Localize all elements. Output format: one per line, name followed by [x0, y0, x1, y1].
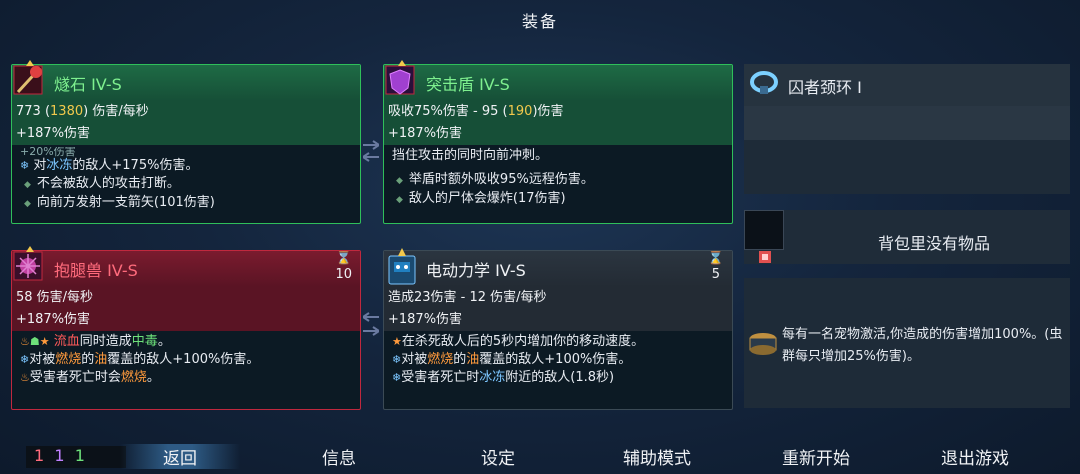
effect-line: ♨受害者死亡时会燃烧。 [20, 370, 160, 385]
card-stats: 773 (1380) 伤害/每秒 +187%伤害 [12, 101, 360, 145]
menu-assist-mode-button[interactable]: 辅助模式 [597, 444, 717, 469]
effect-line: ♨☗★ 流血同时造成中毒。 [20, 334, 171, 349]
card-title: 突击盾 IV-S [426, 75, 510, 94]
effect-line: ◆ 向前方发射一支箭矢(101伤害) [24, 195, 215, 210]
screen-title: 装备 [521, 12, 558, 31]
card-header: 电动力学 IV-S ⌛ 5 [384, 251, 732, 287]
effect-line: ❄对被燃烧的油覆盖的敌人+100%伤害。 [20, 352, 260, 367]
electrodynamics-weapon-icon [388, 248, 416, 285]
damage-line: 造成23伤害 - 12 伤害/每秒 [388, 290, 547, 305]
fire-icon: ♨ [20, 335, 30, 348]
menu-settings-button[interactable]: 设定 [438, 444, 558, 469]
amulet-stats-area [744, 106, 1070, 140]
card-title: 燧石 IV-S [54, 75, 122, 94]
cooldown: ⌛ 10 [335, 251, 352, 283]
card-title: 抱腿兽 IV-S [54, 261, 138, 280]
counter-red: 1 [34, 446, 45, 465]
card-header: 燧石 IV-S [12, 65, 360, 101]
absorb-line: 吸收75%伤害 - 95 (190)伤害 [388, 104, 564, 119]
card-stats: 造成23伤害 - 12 伤害/每秒 +187%伤害 [384, 287, 732, 331]
counter-green: 1 [74, 446, 85, 465]
counter-purple: 1 [54, 446, 65, 465]
effect-line: ◆ 举盾时额外吸收95%远程伤害。 [396, 172, 594, 187]
pet-bonus-text: 每有一名宠物激活,你造成的伤害增加100%。(虫群每只增加25%伤害)。 [782, 327, 1063, 364]
effect-line: ❄受害者死亡时冰冻附近的敌人(1.8秒) [392, 370, 615, 385]
effect-line: 挡住攻击的同时向前冲刺。 [392, 148, 549, 163]
cooldown-value: 10 [335, 267, 352, 282]
connector-arrow-icon [363, 140, 379, 150]
menu-info-button[interactable]: 信息 [279, 444, 399, 469]
freeze-icon: ❄ [392, 353, 402, 366]
hourglass-icon: ⌛ [707, 251, 724, 266]
card-header: 抱腿兽 IV-S ⌛ 10 [12, 251, 360, 287]
connector-arrow-icon [363, 326, 379, 336]
pet-bonus-panel: 每有一名宠物激活,你造成的伤害增加100%。(虫群每只增加25%伤害)。 [744, 278, 1070, 408]
menu-restart-button[interactable]: 重新开始 [756, 444, 876, 469]
star-icon: ★ [392, 335, 402, 348]
poison-icon: ☗ [29, 335, 40, 348]
effect-line: ◆ 不会被敌人的攻击打断。 [24, 176, 180, 191]
backpack-slot[interactable] [744, 210, 784, 250]
leg-beast-weapon-icon [13, 246, 43, 281]
backpack-tag-icon [759, 251, 771, 263]
card-description: ♨☗★ 流血同时造成中毒。 ❄对被燃烧的油覆盖的敌人+100%伤害。 ♨受害者死… [12, 331, 360, 389]
dps-line: 773 (1380) 伤害/每秒 [16, 104, 149, 119]
card-description: +20%伤害 ❄ 对冰冻的敌人+175%伤害。 ◆ 不会被敌人的攻击打断。 ◆ 向前… [12, 145, 360, 215]
hourglass-icon: ⌛ [335, 251, 352, 266]
effect-line: ❄ 对冰冻的敌人+175%伤害。 [20, 158, 199, 173]
card-title: 电动力学 IV-S [426, 261, 526, 280]
amulet-panel[interactable]: 囚者颈环 I [744, 64, 1070, 194]
damage-bonus: +187%伤害 [16, 312, 91, 327]
effect-line: ◆ 敌人的尸体会爆炸(17伤害) [396, 191, 566, 206]
freeze-icon: ❄ [392, 371, 402, 384]
cooldown: ⌛ 5 [708, 251, 724, 283]
resource-counter: 1 1 1 [26, 446, 126, 468]
card-description: 挡住攻击的同时向前冲刺。 ◆ 举盾时额外吸收95%远程伤害。 ◆ 敌人的尸体会爆炸(… [384, 145, 732, 211]
weapon-card-electrodynamics[interactable]: 电动力学 IV-S ⌛ 5 造成23伤害 - 12 伤害/每秒 +187%伤害 … [383, 250, 733, 410]
amulet-name: 囚者颈环 I [788, 78, 862, 97]
pet-cage-icon [749, 333, 777, 355]
connector-arrow-icon [363, 312, 379, 322]
damage-bonus: +187%伤害 [388, 312, 463, 327]
menu-back-button[interactable]: 返回 [120, 444, 240, 469]
damage-bonus: +187%伤害 [388, 126, 463, 141]
flint-weapon-icon [13, 60, 43, 95]
effect-line: ★在杀死敌人后的5秒内增加你的移动速度。 [392, 334, 645, 349]
card-description: ★在杀死敌人后的5秒内增加你的移动速度。 ❄对被燃烧的油覆盖的敌人+100%伤害… [384, 331, 732, 389]
freeze-icon: ❄ [20, 353, 30, 366]
card-stats: 吸收75%伤害 - 95 (190)伤害 +187%伤害 [384, 101, 732, 145]
backpack-empty-text: 背包里没有物品 [877, 234, 990, 253]
weapon-card-assault-shield[interactable]: 突击盾 IV-S 吸收75%伤害 - 95 (190)伤害 +187%伤害 挡住… [383, 64, 733, 224]
card-header: 突击盾 IV-S [384, 65, 732, 101]
backpack-panel[interactable]: 背包里没有物品 [744, 210, 1070, 264]
menu-quit-button[interactable]: 退出游戏 [915, 444, 1035, 469]
star-icon: ★ [39, 335, 50, 348]
faded-line: +20%伤害 [20, 147, 76, 157]
connector-arrow-icon [363, 152, 379, 162]
dps-line: 58 伤害/每秒 [16, 290, 94, 305]
collar-icon [750, 71, 778, 94]
shield-weapon-icon [385, 60, 415, 95]
cooldown-value: 5 [711, 267, 721, 282]
weapon-card-leg-beast[interactable]: 抱腿兽 IV-S ⌛ 10 58 伤害/每秒 +187%伤害 ♨☗★ 流血同时造… [11, 250, 361, 410]
card-stats: 58 伤害/每秒 +187%伤害 [12, 287, 360, 331]
damage-bonus: +187%伤害 [16, 126, 91, 141]
fire-icon: ♨ [20, 371, 30, 384]
weapon-card-flint[interactable]: 燧石 IV-S 773 (1380) 伤害/每秒 +187%伤害 +20%伤害 … [11, 64, 361, 224]
effect-line: ❄对被燃烧的油覆盖的敌人+100%伤害。 [392, 352, 632, 367]
